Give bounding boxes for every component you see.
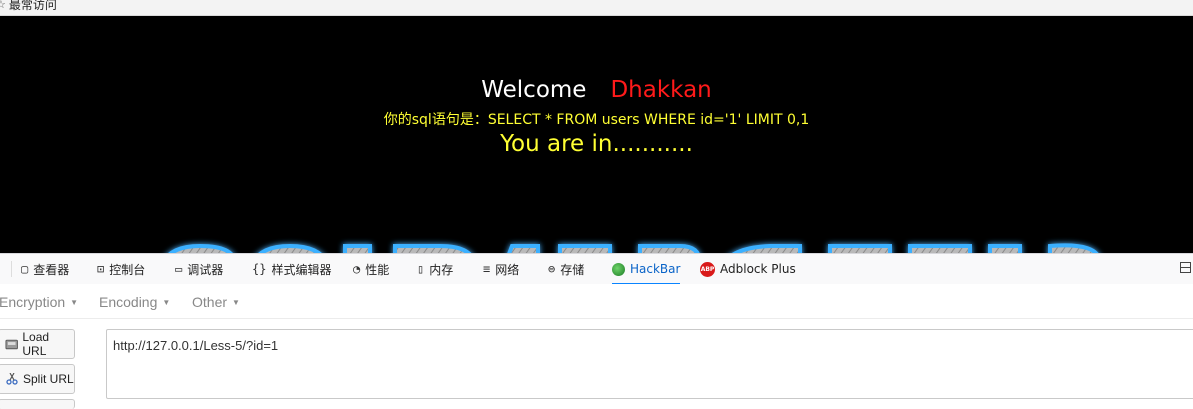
tab-style-editor-label: 样式编辑器: [271, 262, 332, 277]
load-url-button[interactable]: Load URL: [0, 329, 75, 359]
tab-memory[interactable]: ▯ 内存: [417, 254, 453, 284]
tab-inspector-label: 查看器: [33, 262, 70, 277]
chevron-down-icon: ▼: [70, 297, 79, 307]
tab-debugger-label: 调试器: [187, 262, 224, 277]
encryption-menu-label: Encryption: [0, 294, 66, 310]
split-url-label: Split URL: [23, 372, 74, 386]
hackbar-menu-bar: Encryption ▼ Encoding ▼ Other ▼: [0, 284, 1193, 319]
most-visited-label: 最常访问: [8, 0, 57, 12]
inspector-icon: ▢: [21, 262, 29, 276]
page-viewport: Welcome Dhakkan 你的sql语句是：SELECT * FROM us…: [0, 16, 1193, 253]
chevron-down-icon: ▼: [162, 297, 171, 307]
dock-layout-icon[interactable]: [1180, 262, 1191, 273]
tab-performance-label: 性能: [365, 262, 390, 277]
chevron-down-icon: ▼: [232, 297, 240, 307]
network-icon: ≡: [483, 262, 491, 276]
tab-performance[interactable]: ◔ 性能: [353, 254, 389, 284]
debugger-icon: ▭: [175, 262, 183, 276]
tab-adblock-plus-label: Adblock Plus: [720, 262, 796, 276]
tab-network[interactable]: ≡ 网络: [483, 254, 519, 284]
tab-hackbar-label: HackBar: [630, 262, 681, 276]
load-url-label: Load URL: [22, 330, 50, 358]
most-visited-bookmark[interactable]: ☆ 最常访问: [0, 0, 57, 13]
tab-console-label: 控制台: [109, 262, 146, 277]
toolbar-divider: [11, 261, 12, 277]
star-icon: ☆: [0, 0, 6, 11]
hackbar-panel: Load URL Split URL http://127.0.0.1/Less…: [0, 319, 1193, 409]
style-editor-icon: {}: [252, 262, 267, 276]
storage-icon: ⊜: [548, 262, 556, 276]
tab-hackbar[interactable]: HackBar: [612, 254, 681, 285]
tab-network-label: 网络: [495, 262, 520, 277]
status-message: You are in...........: [500, 131, 693, 157]
encoding-menu-label: Encoding: [99, 294, 158, 310]
sql-statement: 你的sql语句是：SELECT * FROM users WHERE id='1…: [383, 112, 810, 128]
other-menu[interactable]: Other ▼: [192, 294, 240, 310]
split-url-button[interactable]: Split URL: [0, 364, 75, 394]
devtools-toolbar: ▢ 查看器 ⊡ 控制台 ▭ 调试器 {} 样式编辑器 ◔ 性能 ▯ 内存 ≡ 网…: [0, 253, 1193, 285]
bookmarks-toolbar: ☆ 最常访问: [0, 0, 1193, 16]
scissors-icon: [6, 373, 18, 385]
sqli-banner-image: [168, 243, 1099, 253]
welcome-text: Welcome: [481, 77, 587, 103]
console-icon: ⊡: [97, 262, 105, 276]
tab-debugger[interactable]: ▭ 调试器: [175, 254, 223, 284]
tab-adblock-plus[interactable]: ABP Adblock Plus: [700, 254, 796, 284]
welcome-line: Welcome Dhakkan: [0, 77, 1193, 103]
encoding-menu[interactable]: Encoding ▼: [99, 294, 170, 310]
tab-storage[interactable]: ⊜ 存储: [548, 254, 584, 284]
other-menu-label: Other: [192, 294, 228, 310]
tab-inspector[interactable]: ▢ 查看器: [21, 254, 69, 284]
tab-storage-label: 存储: [560, 262, 585, 277]
hackbar-icon: [612, 262, 625, 276]
user-name: Dhakkan: [610, 77, 712, 103]
memory-icon: ▯: [417, 262, 425, 276]
performance-icon: ◔: [353, 262, 361, 276]
load-url-icon: [5, 339, 18, 350]
adblock-icon: ABP: [700, 261, 715, 277]
tab-style-editor[interactable]: {} 样式编辑器: [252, 254, 331, 284]
encryption-menu[interactable]: Encryption ▼: [0, 294, 78, 310]
tab-memory-label: 内存: [429, 262, 454, 277]
tab-console[interactable]: ⊡ 控制台: [97, 254, 145, 284]
url-input[interactable]: http://127.0.0.1/Less-5/?id=1: [106, 329, 1193, 399]
